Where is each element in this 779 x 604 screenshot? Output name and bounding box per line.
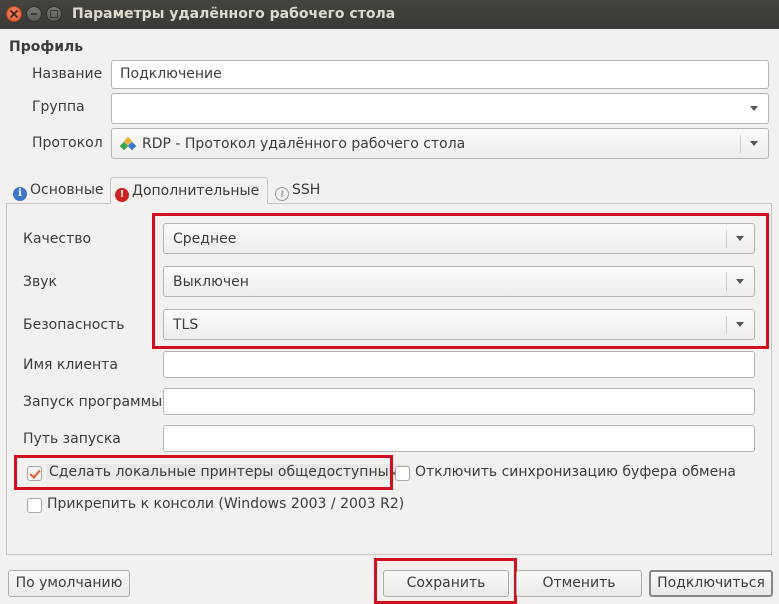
tab-ssh-label: SSH [292,182,321,198]
attach-console-checkbox[interactable] [27,498,42,513]
disable-clipboard-label[interactable]: Отключить синхронизацию буфера обмена [415,464,736,480]
tab-basic-label: Основные [30,182,104,198]
rdp-protocol-icon [119,136,137,152]
title-bar: Параметры удалённого рабочего стола [0,0,779,29]
minimize-window-button[interactable] [26,6,42,22]
maximize-window-button[interactable] [46,6,62,22]
protocol-label: Протокол [32,135,103,151]
group-combo[interactable] [111,93,769,124]
chevron-down-icon [750,106,758,111]
combo-separator [740,135,741,153]
group-label: Группа [32,99,85,115]
highlight-box-combos [152,213,769,349]
connect-button[interactable]: Подключиться [649,570,773,597]
client-name-input[interactable] [163,351,755,378]
cancel-button[interactable]: Отменить [516,570,642,597]
startup-path-input[interactable] [163,425,755,452]
tab-ssh[interactable]: ⚷ SSH [271,177,324,204]
info-icon: i [13,187,27,201]
client-name-label: Имя клиента [23,357,118,373]
sound-label: Звук [23,274,57,290]
protocol-combo[interactable]: RDP - Протокол удалённого рабочего стола [111,128,769,159]
name-input[interactable]: Подключение [111,60,769,89]
startup-program-input[interactable] [163,388,755,415]
window-title: Параметры удалённого рабочего стола [72,6,396,22]
attach-console-label[interactable]: Прикрепить к консоли (Windows 2003 / 200… [47,496,404,512]
warning-icon: ! [115,188,129,202]
security-label: Безопасность [23,317,125,333]
disable-clipboard-checkbox[interactable] [395,466,410,481]
startup-program-label: Запуск программы [23,394,163,410]
protocol-combo-value: RDP - Протокол удалённого рабочего стола [142,136,466,152]
close-window-button[interactable] [6,6,22,22]
quality-label: Качество [23,231,92,247]
startup-path-label: Путь запуска [23,431,121,447]
defaults-button[interactable]: По умолчанию [8,570,130,597]
profile-section-label: Профиль [9,39,84,55]
chevron-down-icon [750,141,758,146]
highlight-box-printers [14,455,393,490]
tab-advanced[interactable]: ! Дополнительные [110,177,268,204]
key-icon: ⚷ [275,187,289,201]
name-label: Название [32,66,103,82]
tab-advanced-label: Дополнительные [132,183,260,199]
tab-basic[interactable]: i Основные [9,177,108,204]
highlight-box-save [374,558,517,604]
